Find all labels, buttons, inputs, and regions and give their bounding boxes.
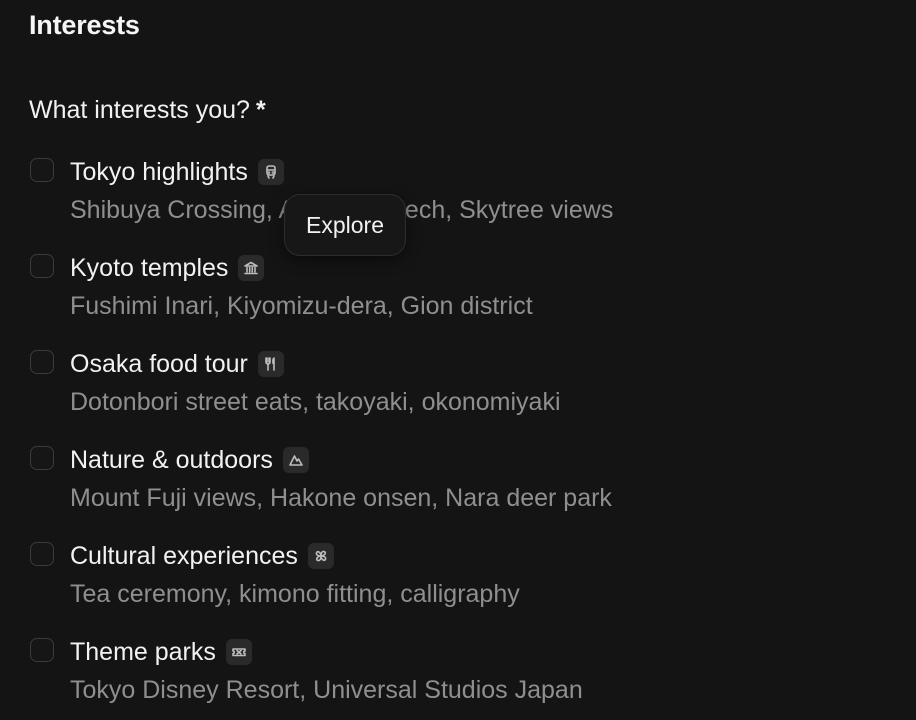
- option-label-row: Cultural experiences: [70, 538, 334, 574]
- option-label[interactable]: Theme parks: [70, 638, 216, 667]
- checkbox-cultural-experiences[interactable]: [30, 542, 54, 566]
- option-description: Fushimi Inari, Kiyomizu-dera, Gion distr…: [70, 292, 533, 320]
- checkbox-kyoto-temples[interactable]: [30, 254, 54, 278]
- interest-option-cultural-experiences: Cultural experiences Tea ceremony, kimon…: [29, 538, 899, 634]
- utensils-icon: [257, 351, 284, 377]
- option-label[interactable]: Cultural experiences: [70, 542, 298, 571]
- option-description: Tea ceremony, kimono fitting, calligraph…: [70, 580, 520, 608]
- option-label[interactable]: Tokyo highlights: [70, 158, 248, 187]
- interests-page: Interests What interests you? * Tokyo hi…: [0, 0, 916, 720]
- checkbox-tokyo-highlights[interactable]: [30, 158, 54, 182]
- interest-option-theme-parks: Theme parks Tokyo Disney Resort, Univers…: [29, 634, 899, 720]
- interest-option-kyoto-temples: Kyoto temples Fushimi Inari, Kiyomizu-de…: [29, 250, 899, 346]
- question-text: What interests you?: [29, 96, 250, 124]
- option-label-row: Theme parks: [70, 634, 252, 670]
- option-description: Tokyo Disney Resort, Universal Studios J…: [70, 676, 583, 704]
- explore-tooltip: Explore: [284, 194, 406, 256]
- train-icon: [257, 159, 284, 185]
- checkbox-nature-outdoors[interactable]: [30, 446, 54, 470]
- question-label: What interests you? *: [29, 96, 266, 125]
- flower-icon: [307, 543, 334, 569]
- section-title: Interests: [29, 10, 140, 40]
- option-label[interactable]: Osaka food tour: [70, 350, 248, 379]
- required-marker: *: [255, 96, 266, 124]
- temple-icon: [238, 255, 265, 281]
- option-label-row: Kyoto temples: [70, 250, 265, 286]
- option-label-row: Nature & outdoors: [70, 442, 309, 478]
- checkbox-osaka-food-tour[interactable]: [30, 350, 54, 374]
- option-label[interactable]: Nature & outdoors: [70, 446, 273, 475]
- option-label[interactable]: Kyoto temples: [70, 254, 228, 283]
- interest-options: Tokyo highlights Shibuya Crossing, Akiha…: [29, 154, 899, 720]
- checkbox-theme-parks[interactable]: [30, 638, 54, 662]
- mountain-icon: [282, 447, 309, 473]
- option-description: Dotonbori street eats, takoyaki, okonomi…: [70, 388, 561, 416]
- option-label-row: Osaka food tour: [70, 346, 284, 382]
- interest-option-osaka-food-tour: Osaka food tour Dotonbori street eats, t…: [29, 346, 899, 442]
- interest-option-tokyo-highlights: Tokyo highlights Shibuya Crossing, Akiha…: [29, 154, 899, 250]
- interest-option-nature-outdoors: Nature & outdoors Mount Fuji views, Hako…: [29, 442, 899, 538]
- option-description: Mount Fuji views, Hakone onsen, Nara dee…: [70, 484, 612, 512]
- option-label-row: Tokyo highlights: [70, 154, 284, 190]
- ticket-icon: [225, 639, 252, 665]
